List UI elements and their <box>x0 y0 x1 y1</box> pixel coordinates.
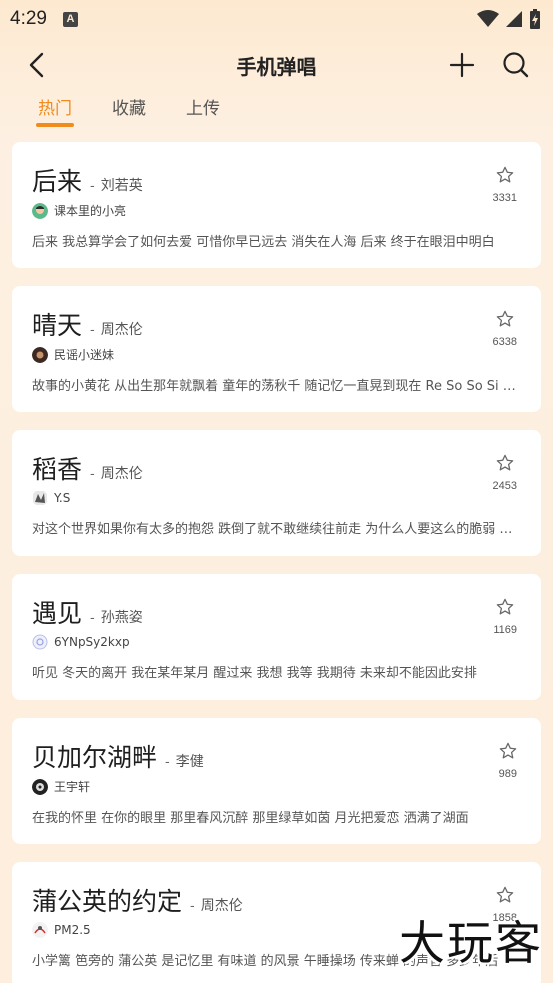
avatar <box>32 922 48 938</box>
chevron-left-icon <box>29 52 44 78</box>
song-title: 遇见 <box>32 599 83 628</box>
uploader-name: 课本里的小亮 <box>54 204 127 218</box>
back-button[interactable] <box>20 48 54 82</box>
star-icon[interactable] <box>496 886 514 904</box>
song-title: 晴天 <box>32 311 83 340</box>
favorite-count: 6338 <box>492 336 517 348</box>
singer-name: 周杰伦 <box>200 898 243 914</box>
uploader-name: PM2.5 <box>54 923 91 937</box>
tab-favorites[interactable]: 收藏 <box>112 94 146 127</box>
avatar <box>32 346 48 363</box>
singer-name: 孙燕姿 <box>100 610 143 626</box>
star-icon[interactable] <box>496 310 514 328</box>
avatar <box>33 491 47 505</box>
favorite-count: 1169 <box>493 624 517 636</box>
signal-icon <box>506 11 522 27</box>
favorite-count: 2453 <box>492 480 517 492</box>
search-icon <box>503 52 529 78</box>
singer-name: 李健 <box>175 754 204 770</box>
status-bar: 4:29 A <box>0 0 553 38</box>
song-card[interactable]: 稻香 - 周杰伦 Y.S 对这个世界如果你有太多的抱怨 跌倒了就不敢继续往前走 … <box>12 430 541 556</box>
lyrics-preview: 故事的小黄花 从出生那年就飘着 童年的荡秋千 随记忆一直晃到现在 Re So S… <box>32 379 518 394</box>
separator: - <box>190 899 195 914</box>
separator: - <box>165 755 170 770</box>
song-card[interactable]: 遇见 - 孙燕姿 6YNpSy2kxp 听见 冬天的离开 我在某年某月 醒过来 … <box>12 574 541 700</box>
song-title: 稻香 <box>32 455 83 484</box>
song-card[interactable]: 晴天 - 周杰伦 民谣小迷妹 故事的小黄花 从出生那年就飘着 童年的荡秋千 随记… <box>12 286 541 412</box>
song-card[interactable]: 贝加尔湖畔 - 李健 王宇轩 在我的怀里 在你的眼里 那里春风沉醉 那里绿草如茵… <box>12 718 541 844</box>
song-title: 蒲公英的约定 <box>32 887 183 916</box>
uploader-name: 民谣小迷妹 <box>54 348 115 362</box>
uploader-name: Y.S <box>54 491 71 505</box>
battery-icon <box>530 9 540 29</box>
uploader-name: 王宇轩 <box>54 780 91 794</box>
lyrics-preview: 在我的怀里 在你的眼里 那里春风沉醉 那里绿草如茵 月光把爱恋 洒满了湖面 <box>32 811 469 826</box>
wifi-icon <box>477 10 499 27</box>
singer-name: 周杰伦 <box>100 466 143 482</box>
header-actions <box>445 48 533 82</box>
status-icons <box>477 9 541 29</box>
lyrics-preview: 后来 我总算学会了如何去爱 可惜你早已远去 消失在人海 后来 终于在眼泪中明白 <box>32 235 495 250</box>
separator: - <box>90 323 95 338</box>
song-card[interactable]: 后来 - 刘若英 课本里的小亮 后来 我总算学会了如何去爱 可惜你早已远去 消失… <box>12 142 541 268</box>
tab-upload[interactable]: 上传 <box>186 94 220 127</box>
uploader-name: 6YNpSy2kxp <box>54 635 130 649</box>
app-header: 手机弹唱 <box>0 38 553 92</box>
star-icon[interactable] <box>499 742 517 760</box>
song-title: 后来 <box>32 167 83 196</box>
star-icon[interactable] <box>496 454 514 472</box>
tab-bar: 热门 收藏 上传 <box>0 92 553 132</box>
search-button[interactable] <box>499 48 533 82</box>
add-button[interactable] <box>445 48 479 82</box>
avatar <box>32 634 48 650</box>
tab-hot[interactable]: 热门 <box>36 94 74 127</box>
star-icon[interactable] <box>496 598 514 616</box>
plus-icon <box>449 52 475 78</box>
singer-name: 周杰伦 <box>100 322 143 338</box>
separator: - <box>90 467 95 482</box>
lyrics-preview: 对这个世界如果你有太多的抱怨 跌倒了就不敢继续往前走 为什么人要这么的脆弱 堕落 <box>32 522 518 537</box>
avatar <box>32 202 48 219</box>
lyrics-preview: 听见 冬天的离开 我在某年某月 醒过来 我想 我等 我期待 未来却不能因此安排 <box>32 666 477 681</box>
watermark-logo: 大玩客 <box>399 916 543 970</box>
singer-name: 刘若英 <box>100 178 143 194</box>
song-list: 后来 - 刘若英 课本里的小亮 后来 我总算学会了如何去爱 可惜你早已远去 消失… <box>0 132 553 983</box>
notification-icon: A <box>62 11 78 27</box>
favorite-count: 3331 <box>492 192 517 204</box>
song-title: 贝加尔湖畔 <box>32 743 158 772</box>
star-icon[interactable] <box>496 166 514 184</box>
separator: - <box>90 611 95 626</box>
favorite-count: 989 <box>498 768 517 780</box>
separator: - <box>90 179 95 194</box>
status-time: 4:29 <box>10 8 47 29</box>
avatar <box>32 778 48 795</box>
